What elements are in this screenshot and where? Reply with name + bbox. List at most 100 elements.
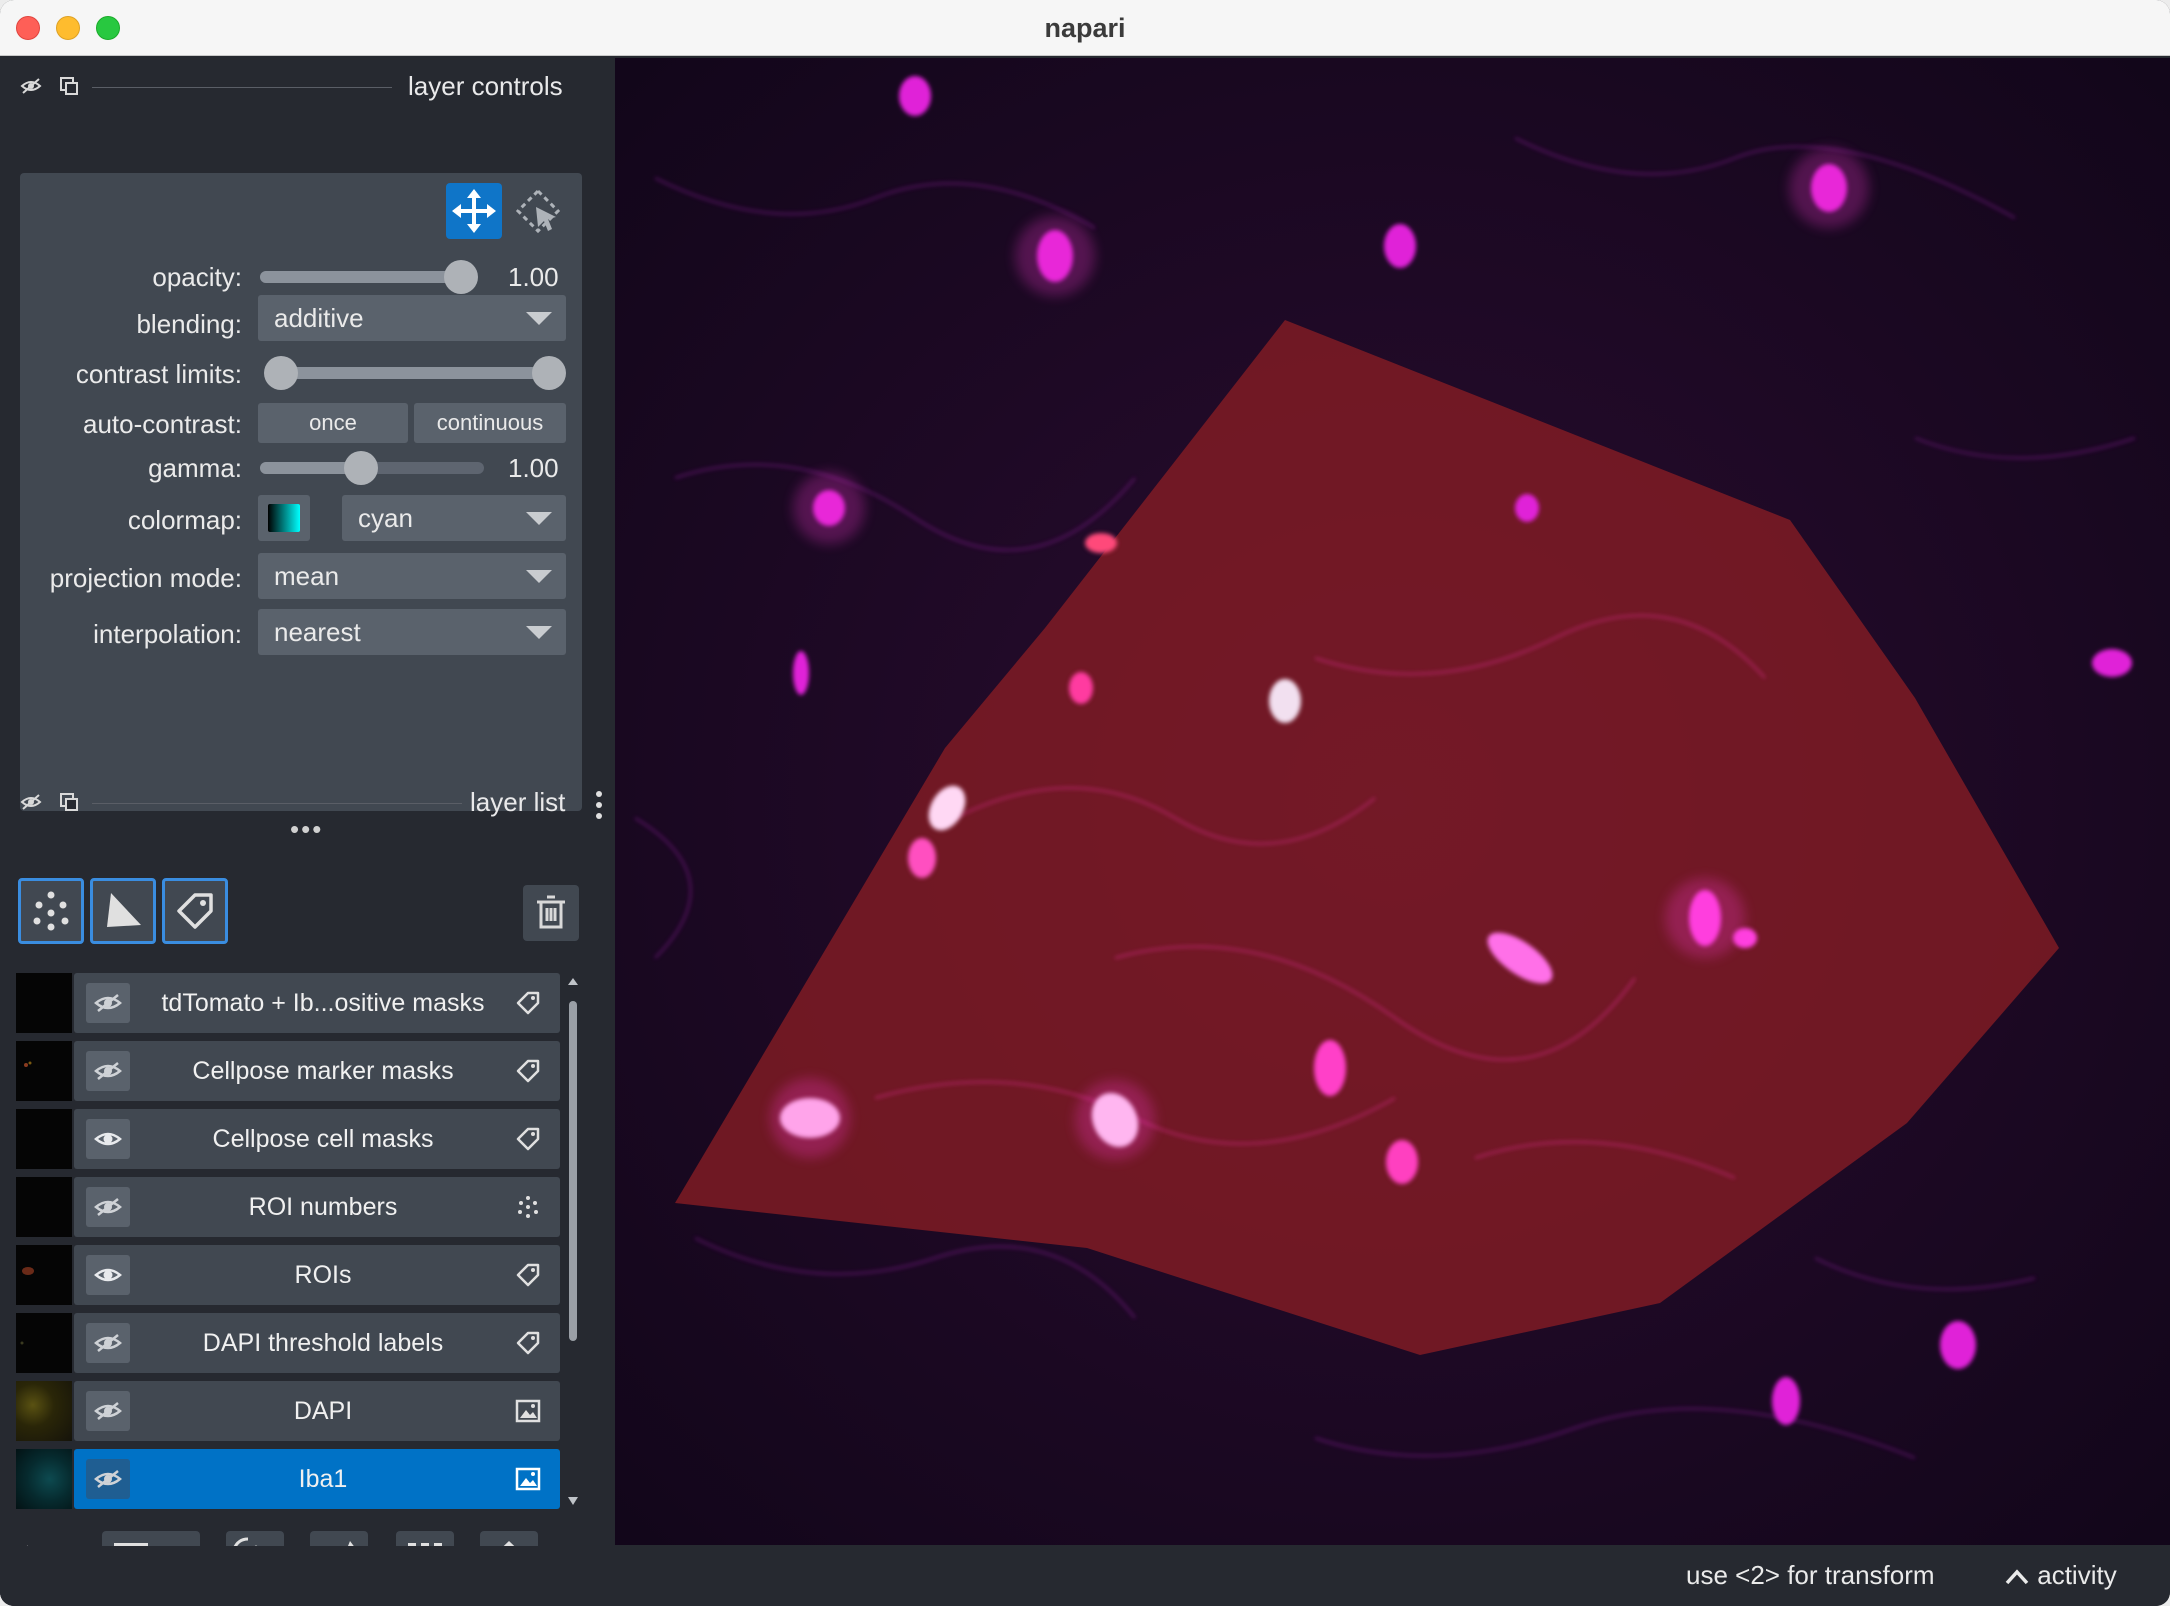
layer-thumbnail [16, 1449, 72, 1509]
layer-list: tdTomato + Ib...ositive masks Cellpose m… [16, 973, 560, 1513]
layer-thumbnail [16, 1041, 72, 1101]
layer-controls-panel: opacity: 1.00 blending: additive contras… [20, 173, 582, 811]
layer-thumbnail [16, 1177, 72, 1237]
layer-thumbnail [16, 1245, 72, 1305]
new-shapes-layer-button[interactable] [90, 878, 156, 944]
colormap-dropdown[interactable]: cyan [342, 495, 566, 541]
more-options-icon[interactable] [594, 789, 604, 821]
auto-contrast-once-button[interactable]: once [258, 403, 408, 443]
blending-value: additive [274, 303, 364, 333]
contrast-limits-slider[interactable] [264, 356, 566, 390]
float-dock-icon[interactable] [58, 791, 80, 813]
gamma-label: gamma: [148, 453, 242, 483]
layer-name[interactable]: DAPI [138, 1381, 508, 1441]
dock-divider [92, 803, 462, 804]
blending-dropdown[interactable]: additive [258, 295, 566, 341]
auto-contrast-continuous-button[interactable]: continuous [414, 403, 566, 443]
new-labels-layer-button[interactable] [162, 878, 228, 944]
image-layer-icon [514, 1397, 542, 1425]
points-layer-icon [514, 1193, 542, 1221]
transform-button[interactable] [510, 183, 566, 239]
layer-row[interactable]: Cellpose cell masks [16, 1109, 560, 1169]
visibility-toggle[interactable] [86, 1187, 130, 1227]
layer-name[interactable]: Iba1 [138, 1449, 508, 1509]
new-points-layer-button[interactable] [18, 878, 84, 944]
float-dock-icon[interactable] [58, 75, 80, 97]
visibility-toggle[interactable] [86, 1255, 130, 1295]
layer-list-title: layer list [470, 787, 566, 817]
gamma-slider-handle[interactable] [344, 451, 378, 485]
layer-row[interactable]: ROI numbers [16, 1177, 560, 1237]
activity-button[interactable]: activity [2004, 1560, 2117, 1591]
scroll-up-icon[interactable] [566, 975, 580, 987]
visibility-toggle[interactable] [86, 983, 130, 1023]
layer-name[interactable]: DAPI threshold labels [138, 1313, 508, 1373]
interpolation-label: interpolation: [93, 619, 242, 649]
visibility-toggle[interactable] [86, 1459, 130, 1499]
layer-name[interactable]: Cellpose cell masks [138, 1109, 508, 1169]
colormap-swatch[interactable] [258, 495, 310, 541]
blending-label: blending: [136, 309, 242, 339]
opacity-slider-fill [260, 271, 468, 283]
hide-dock-icon[interactable] [20, 791, 42, 813]
scrollbar-thumb[interactable] [569, 1001, 577, 1341]
layer-list-header: layer list [16, 781, 602, 825]
labels-layer-icon [514, 1125, 542, 1153]
colormap-label: colormap: [127, 505, 242, 535]
gamma-slider[interactable] [260, 451, 484, 485]
layer-row-selected[interactable]: Iba1 [16, 1449, 560, 1509]
layer-list-scrollbar[interactable] [566, 975, 580, 1507]
labels-layer-icon [514, 1329, 542, 1357]
projection-mode-value: mean [274, 561, 340, 591]
opacity-label: opacity: [152, 262, 242, 292]
chevron-down-icon [526, 312, 552, 325]
napari-window: napari layer controls opacity: 1.00 blen… [0, 0, 2170, 1606]
dock-divider [92, 87, 392, 88]
labels-layer-icon [514, 1261, 542, 1289]
visibility-toggle[interactable] [86, 1119, 130, 1159]
layer-controls-header: layer controls [16, 65, 596, 109]
layer-name[interactable]: ROI numbers [138, 1177, 508, 1237]
layer-controls-title: layer controls [408, 71, 563, 101]
status-hint: use <2> for transform [1686, 1560, 1935, 1590]
image-canvas[interactable] [615, 58, 2170, 1545]
contrast-limits-label: contrast limits: [75, 359, 242, 389]
visibility-toggle[interactable] [86, 1051, 130, 1091]
layer-row[interactable]: ROIs [16, 1245, 560, 1305]
layer-name[interactable]: Cellpose marker masks [138, 1041, 508, 1101]
chevron-down-icon [526, 512, 552, 525]
layer-row[interactable]: DAPI [16, 1381, 560, 1441]
interpolation-dropdown[interactable]: nearest [258, 609, 566, 655]
colormap-gradient [268, 504, 300, 532]
image-layer-icon [514, 1465, 542, 1493]
contrast-high-handle[interactable] [532, 356, 566, 390]
chevron-up-icon [2005, 1569, 2029, 1585]
layer-row[interactable]: Cellpose marker masks [16, 1041, 560, 1101]
layer-row[interactable]: DAPI threshold labels [16, 1313, 560, 1373]
layer-thumbnail [16, 1381, 72, 1441]
opacity-slider-handle[interactable] [444, 260, 478, 294]
activity-label: activity [2037, 1560, 2117, 1590]
opacity-value: 1.00 [508, 262, 559, 292]
scroll-down-icon[interactable] [566, 1495, 580, 1507]
pan-zoom-button[interactable] [446, 183, 502, 239]
colormap-value: cyan [358, 503, 413, 533]
sidebar: layer controls opacity: 1.00 blending: a… [0, 57, 612, 1606]
chevron-down-icon [526, 570, 552, 583]
auto-contrast-label: auto-contrast: [83, 409, 242, 439]
layer-name[interactable]: tdTomato + Ib...ositive masks [138, 973, 508, 1033]
projection-mode-label: projection mode: [49, 563, 242, 593]
delete-layer-button[interactable] [523, 885, 579, 941]
visibility-toggle[interactable] [86, 1323, 130, 1363]
opacity-slider[interactable] [260, 260, 478, 294]
contrast-low-handle[interactable] [264, 356, 298, 390]
hide-dock-icon[interactable] [20, 75, 42, 97]
visibility-toggle[interactable] [86, 1391, 130, 1431]
microscopy-image [615, 58, 2170, 1545]
labels-layer-icon [514, 989, 542, 1017]
layer-name[interactable]: ROIs [138, 1245, 508, 1305]
labels-layer-icon [514, 1057, 542, 1085]
gamma-value: 1.00 [508, 453, 559, 483]
projection-mode-dropdown[interactable]: mean [258, 553, 566, 599]
layer-row[interactable]: tdTomato + Ib...ositive masks [16, 973, 560, 1033]
